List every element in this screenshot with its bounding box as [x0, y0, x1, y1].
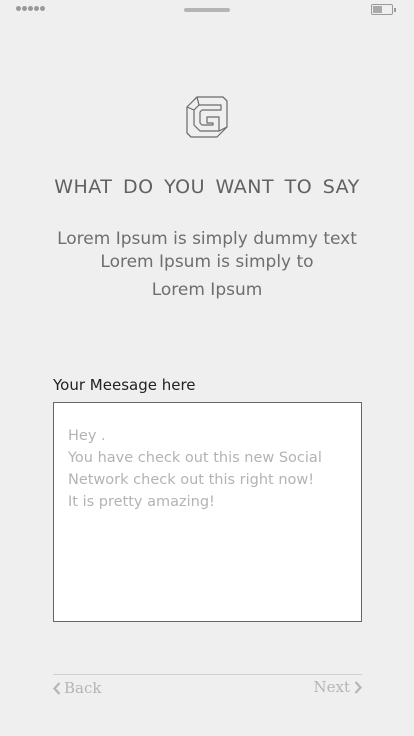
message-line: Hey . — [68, 428, 106, 444]
message-label: Your Meesage here — [53, 376, 196, 394]
back-label: Back — [64, 679, 102, 697]
next-button[interactable]: Next — [314, 677, 363, 697]
message-textarea[interactable]: Hey . You have check out this new Social… — [53, 402, 362, 622]
battery-icon — [371, 4, 396, 15]
status-bar — [0, 0, 414, 20]
intro-line: Lorem Ipsum — [151, 280, 263, 300]
chevron-left-icon — [53, 681, 61, 695]
intro-text: Lorem Ipsum is simply dummy text Lorem I… — [0, 228, 414, 305]
nav-divider — [53, 674, 362, 675]
chevron-right-icon — [354, 680, 362, 694]
g-logo-icon — [185, 95, 229, 139]
back-button[interactable]: Back — [53, 678, 101, 698]
intro-line: Lorem Ipsum is simply to — [100, 252, 314, 272]
message-line: Network check out this right now! — [68, 472, 315, 488]
next-label: Next — [313, 678, 351, 696]
message-line: You have check out this new Social — [68, 450, 322, 466]
message-line: It is pretty amazing! — [68, 494, 215, 510]
page-title: WHAT DO YOU WANT TO SAY — [54, 176, 360, 198]
intro-line: Lorem Ipsum is simply dummy text — [57, 229, 357, 249]
signal-dots-icon — [16, 6, 45, 11]
speaker-notch — [184, 8, 230, 12]
message-content: Hey . You have check out this new Social… — [68, 425, 347, 513]
